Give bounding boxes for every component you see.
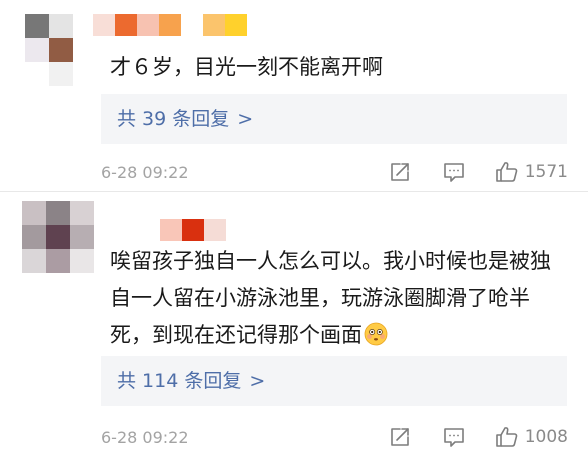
like-count: 1571 [524,162,568,182]
flushed-face-emoji-icon [364,322,388,346]
like-button[interactable]: 1571 [495,160,568,184]
avatar[interactable] [22,201,94,273]
username-mosaic-cell [204,219,226,241]
comment-meta: 6-28 09:22 1008 [101,424,568,450]
avatar-mosaic-cell [49,38,73,62]
comment-text: 才６岁，目光一刻不能离开啊 [110,55,383,79]
like-count: 1008 [524,427,568,447]
share-button[interactable] [389,161,411,183]
thumbs-up-icon [495,427,518,447]
avatar-mosaic-cell [25,62,49,86]
username-mosaic-cell [93,14,115,36]
comment-item: 唉留孩子独自一人怎么可以。我小时候也是被独自一人留在小游泳池里，玩游泳圈脚滑了呛… [0,193,588,473]
replies-count-label: 共 114 条回复 [117,370,242,392]
comment-text: 唉留孩子独自一人怎么可以。我小时候也是被独自一人留在小游泳池里，玩游泳圈脚滑了呛… [110,243,560,354]
thumbs-up-icon [495,162,518,182]
view-replies-button[interactable]: 共 114 条回复 > [101,356,567,406]
avatar-mosaic-cell [70,201,94,225]
chevron-right-icon: > [249,370,266,392]
avatar-mosaic-cell [49,14,73,38]
comment-body: 唉留孩子独自一人怎么可以。我小时候也是被独自一人留在小游泳池里，玩游泳圈脚滑了呛… [110,249,551,347]
username-mosaic[interactable] [93,14,247,36]
avatar-mosaic-cell [25,38,49,62]
timestamp: 6-28 09:22 [101,162,189,182]
username-mosaic-cell [137,14,159,36]
divider [0,191,588,192]
username-mosaic-cell [181,14,203,36]
share-icon [390,163,409,181]
avatar-mosaic-cell [22,201,46,225]
avatar-mosaic-cell [46,225,70,249]
avatar-mosaic-cell [46,249,70,273]
username-mosaic[interactable] [160,219,226,241]
avatar-mosaic-cell [22,225,46,249]
comment-button[interactable] [443,426,465,448]
comment-item: 才６岁，目光一刻不能离开啊 共 39 条回复 > 6-28 09:22 1571 [0,0,588,191]
avatar-mosaic-cell [70,225,94,249]
avatar-mosaic-cell [22,249,46,273]
username-mosaic-cell [115,14,137,36]
avatar-mosaic-cell [49,62,73,86]
username-mosaic-cell [225,14,247,36]
comment-meta: 6-28 09:22 1571 [101,159,568,185]
avatar-mosaic-cell [70,249,94,273]
comment-icon [443,428,464,447]
share-icon [390,428,409,446]
username-mosaic-cell [203,14,225,36]
avatar-mosaic-cell [25,14,49,38]
like-button[interactable]: 1008 [495,425,568,449]
replies-count-label: 共 39 条回复 [117,108,230,130]
avatar-mosaic-cell [46,201,70,225]
comment-button[interactable] [443,161,465,183]
username-mosaic-cell [182,219,204,241]
username-mosaic-cell [159,14,181,36]
comment-icon [443,163,464,182]
view-replies-button[interactable]: 共 39 条回复 > [101,94,567,144]
timestamp: 6-28 09:22 [101,427,189,447]
share-button[interactable] [389,426,411,448]
avatar[interactable] [25,14,73,86]
username-mosaic-cell [160,219,182,241]
chevron-right-icon: > [237,108,254,130]
